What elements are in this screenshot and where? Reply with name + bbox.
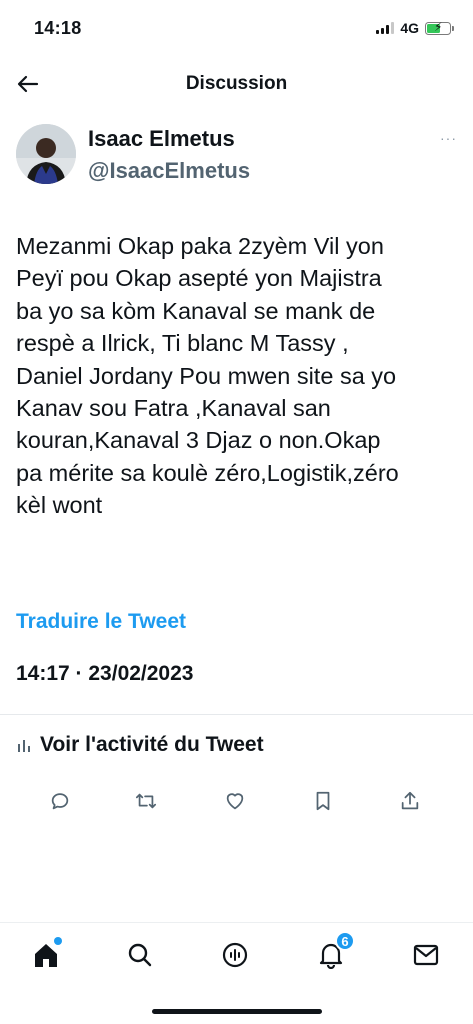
search-icon [128,943,152,967]
page-title: Discussion [185,73,288,94]
tweet-text: Mezanmi Okap paka 2zyèm Vil yon Peyï pou… [16,233,399,519]
network-type: 4G [400,20,419,36]
reply-button[interactable] [44,785,76,817]
analytics-icon [18,740,30,752]
status-bar: 14:18 4G ⚡ [0,0,473,58]
arrow-left-icon [17,75,39,93]
notifications-badge: 6 [335,931,355,951]
bookmark-button[interactable] [307,785,339,817]
author-name[interactable]: Isaac Elmetus [88,126,235,152]
like-button[interactable] [219,785,251,817]
tweet-timestamp: 14:17 · 23/02/2023 [16,662,194,685]
tweet-actions [0,785,473,821]
view-activity-button[interactable]: Voir l'activité du Tweet [16,733,264,757]
tab-home[interactable] [28,937,64,973]
share-button[interactable] [394,785,426,817]
divider [0,714,473,715]
home-unread-dot [54,937,62,945]
heart-icon [226,793,244,810]
share-icon [401,791,419,810]
spaces-icon [222,942,248,968]
tab-notifications[interactable]: 6 [313,931,355,973]
more-options-button[interactable]: ··· [440,130,457,146]
translate-link[interactable]: Traduire le Tweet [16,610,186,634]
mail-icon [413,944,439,966]
view-activity-label: Voir l'activité du Tweet [40,733,264,756]
reply-icon [51,793,69,810]
bottom-tab-bar: 6 [0,922,473,1024]
battery-icon: ⚡ [425,20,454,35]
avatar[interactable] [16,124,76,184]
home-indicator [152,1009,322,1014]
retweet-icon [135,793,157,809]
author-handle[interactable]: @IsaacElmetus [88,158,250,184]
header: Discussion [0,58,473,110]
status-indicators: 4G ⚡ [376,20,454,36]
status-time: 14:18 [34,18,82,38]
signal-icon [376,22,395,34]
tweet-author: Isaac Elmetus @IsaacElmetus ··· [16,122,457,192]
tab-messages[interactable] [408,937,444,973]
tab-spaces[interactable] [217,937,253,973]
bookmark-icon [316,791,330,811]
back-button[interactable] [14,70,42,98]
retweet-button[interactable] [130,785,162,817]
tab-search[interactable] [122,937,158,973]
